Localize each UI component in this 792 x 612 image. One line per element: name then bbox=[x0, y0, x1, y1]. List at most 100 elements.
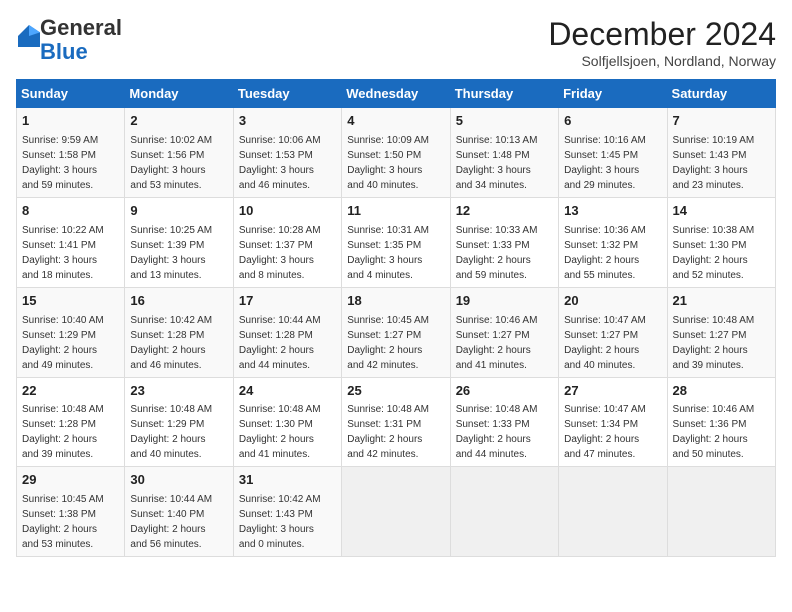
table-row: 30 Sunrise: 10:44 AM Sunset: 1:40 PM Dayl… bbox=[125, 467, 233, 557]
day-info: Sunrise: 10:44 AM Sunset: 1:28 PM Daylig… bbox=[239, 313, 336, 373]
day-info: Sunrise: 10:47 AM Sunset: 1:27 PM Daylig… bbox=[564, 313, 661, 373]
col-saturday: Saturday bbox=[667, 80, 775, 108]
day-number: 23 bbox=[130, 382, 227, 401]
day-number: 29 bbox=[22, 471, 119, 490]
table-row: 18 Sunrise: 10:45 AM Sunset: 1:27 PM Dayl… bbox=[342, 287, 450, 377]
day-number: 17 bbox=[239, 292, 336, 311]
day-number: 30 bbox=[130, 471, 227, 490]
table-row: 15 Sunrise: 10:40 AM Sunset: 1:29 PM Dayl… bbox=[17, 287, 125, 377]
day-info: Sunrise: 10:16 AM Sunset: 1:45 PM Daylig… bbox=[564, 133, 661, 193]
day-number: 31 bbox=[239, 471, 336, 490]
logo: General Blue bbox=[16, 16, 122, 64]
table-row: 31 Sunrise: 10:42 AM Sunset: 1:43 PM Dayl… bbox=[233, 467, 341, 557]
day-info: Sunrise: 10:46 AM Sunset: 1:36 PM Daylig… bbox=[673, 402, 770, 462]
table-row: 3Sunrise: 10:06 AM Sunset: 1:53 PM Dayli… bbox=[233, 108, 341, 198]
day-number: 27 bbox=[564, 382, 661, 401]
table-row bbox=[559, 467, 667, 557]
day-info: Sunrise: 10:47 AM Sunset: 1:34 PM Daylig… bbox=[564, 402, 661, 462]
day-info: Sunrise: 10:48 AM Sunset: 1:30 PM Daylig… bbox=[239, 402, 336, 462]
day-info: Sunrise: 10:02 AM Sunset: 1:56 PM Daylig… bbox=[130, 133, 227, 193]
day-number: 16 bbox=[130, 292, 227, 311]
day-info: Sunrise: 10:28 AM Sunset: 1:37 PM Daylig… bbox=[239, 223, 336, 283]
col-sunday: Sunday bbox=[17, 80, 125, 108]
table-row: 6 Sunrise: 10:16 AM Sunset: 1:45 PM Dayli… bbox=[559, 108, 667, 198]
table-row bbox=[667, 467, 775, 557]
table-row: 27Sunrise: 10:47 AM Sunset: 1:34 PM Dayl… bbox=[559, 377, 667, 467]
day-number: 4 bbox=[347, 112, 444, 131]
col-thursday: Thursday bbox=[450, 80, 558, 108]
table-row: 1 Sunrise: 9:59 AM Sunset: 1:58 PM Daylig… bbox=[17, 108, 125, 198]
calendar-week-row: 15 Sunrise: 10:40 AM Sunset: 1:29 PM Dayl… bbox=[17, 287, 776, 377]
day-number: 15 bbox=[22, 292, 119, 311]
day-info: Sunrise: 10:45 AM Sunset: 1:38 PM Daylig… bbox=[22, 492, 119, 552]
day-number: 8 bbox=[22, 202, 119, 221]
day-info: Sunrise: 10:31 AM Sunset: 1:35 PM Daylig… bbox=[347, 223, 444, 283]
day-number: 13 bbox=[564, 202, 661, 221]
table-row: 16Sunrise: 10:42 AM Sunset: 1:28 PM Dayl… bbox=[125, 287, 233, 377]
day-number: 12 bbox=[456, 202, 553, 221]
col-monday: Monday bbox=[125, 80, 233, 108]
calendar-week-row: 8 Sunrise: 10:22 AM Sunset: 1:41 PM Dayli… bbox=[17, 197, 776, 287]
day-info: Sunrise: 10:06 AM Sunset: 1:53 PM Daylig… bbox=[239, 133, 336, 193]
col-tuesday: Tuesday bbox=[233, 80, 341, 108]
table-row bbox=[450, 467, 558, 557]
day-number: 20 bbox=[564, 292, 661, 311]
day-info: Sunrise: 10:42 AM Sunset: 1:43 PM Daylig… bbox=[239, 492, 336, 552]
subtitle: Solfjellsjoen, Nordland, Norway bbox=[548, 53, 776, 69]
table-row: 9 Sunrise: 10:25 AM Sunset: 1:39 PM Dayli… bbox=[125, 197, 233, 287]
calendar-week-row: 29 Sunrise: 10:45 AM Sunset: 1:38 PM Dayl… bbox=[17, 467, 776, 557]
title-block: December 2024 Solfjellsjoen, Nordland, N… bbox=[548, 16, 776, 69]
day-info: Sunrise: 10:40 AM Sunset: 1:29 PM Daylig… bbox=[22, 313, 119, 373]
page: General Blue December 2024 Solfjellsjoen… bbox=[0, 0, 792, 567]
day-info: Sunrise: 10:45 AM Sunset: 1:27 PM Daylig… bbox=[347, 313, 444, 373]
day-number: 6 bbox=[564, 112, 661, 131]
logo-general: General bbox=[40, 15, 122, 40]
header: General Blue December 2024 Solfjellsjoen… bbox=[16, 16, 776, 69]
day-number: 22 bbox=[22, 382, 119, 401]
day-info: Sunrise: 9:59 AM Sunset: 1:58 PM Dayligh… bbox=[22, 133, 119, 193]
day-number: 21 bbox=[673, 292, 770, 311]
calendar-week-row: 22Sunrise: 10:48 AM Sunset: 1:28 PM Dayl… bbox=[17, 377, 776, 467]
day-info: Sunrise: 10:48 AM Sunset: 1:29 PM Daylig… bbox=[130, 402, 227, 462]
day-number: 5 bbox=[456, 112, 553, 131]
table-row bbox=[342, 467, 450, 557]
logo-blue: Blue bbox=[40, 39, 88, 64]
day-number: 25 bbox=[347, 382, 444, 401]
calendar-week-row: 1 Sunrise: 9:59 AM Sunset: 1:58 PM Daylig… bbox=[17, 108, 776, 198]
day-info: Sunrise: 10:48 AM Sunset: 1:31 PM Daylig… bbox=[347, 402, 444, 462]
day-number: 14 bbox=[673, 202, 770, 221]
table-row: 20 Sunrise: 10:47 AM Sunset: 1:27 PM Dayl… bbox=[559, 287, 667, 377]
day-number: 2 bbox=[130, 112, 227, 131]
day-info: Sunrise: 10:09 AM Sunset: 1:50 PM Daylig… bbox=[347, 133, 444, 193]
day-number: 28 bbox=[673, 382, 770, 401]
day-number: 10 bbox=[239, 202, 336, 221]
day-number: 9 bbox=[130, 202, 227, 221]
day-info: Sunrise: 10:46 AM Sunset: 1:27 PM Daylig… bbox=[456, 313, 553, 373]
table-row: 4 Sunrise: 10:09 AM Sunset: 1:50 PM Dayli… bbox=[342, 108, 450, 198]
day-number: 7 bbox=[673, 112, 770, 131]
col-wednesday: Wednesday bbox=[342, 80, 450, 108]
day-info: Sunrise: 10:13 AM Sunset: 1:48 PM Daylig… bbox=[456, 133, 553, 193]
day-info: Sunrise: 10:38 AM Sunset: 1:30 PM Daylig… bbox=[673, 223, 770, 283]
table-row: 12Sunrise: 10:33 AM Sunset: 1:33 PM Dayl… bbox=[450, 197, 558, 287]
day-info: Sunrise: 10:48 AM Sunset: 1:27 PM Daylig… bbox=[673, 313, 770, 373]
table-row: 17 Sunrise: 10:44 AM Sunset: 1:28 PM Dayl… bbox=[233, 287, 341, 377]
logo-text: General Blue bbox=[40, 16, 122, 64]
day-number: 18 bbox=[347, 292, 444, 311]
day-info: Sunrise: 10:44 AM Sunset: 1:40 PM Daylig… bbox=[130, 492, 227, 552]
day-info: Sunrise: 10:36 AM Sunset: 1:32 PM Daylig… bbox=[564, 223, 661, 283]
table-row: 22Sunrise: 10:48 AM Sunset: 1:28 PM Dayl… bbox=[17, 377, 125, 467]
table-row: 29 Sunrise: 10:45 AM Sunset: 1:38 PM Dayl… bbox=[17, 467, 125, 557]
day-info: Sunrise: 10:19 AM Sunset: 1:43 PM Daylig… bbox=[673, 133, 770, 193]
table-row: 28Sunrise: 10:46 AM Sunset: 1:36 PM Dayl… bbox=[667, 377, 775, 467]
table-row: 23Sunrise: 10:48 AM Sunset: 1:29 PM Dayl… bbox=[125, 377, 233, 467]
day-info: Sunrise: 10:25 AM Sunset: 1:39 PM Daylig… bbox=[130, 223, 227, 283]
table-row: 2 Sunrise: 10:02 AM Sunset: 1:56 PM Dayli… bbox=[125, 108, 233, 198]
day-number: 19 bbox=[456, 292, 553, 311]
day-number: 1 bbox=[22, 112, 119, 131]
day-info: Sunrise: 10:48 AM Sunset: 1:28 PM Daylig… bbox=[22, 402, 119, 462]
day-info: Sunrise: 10:48 AM Sunset: 1:33 PM Daylig… bbox=[456, 402, 553, 462]
day-number: 26 bbox=[456, 382, 553, 401]
day-info: Sunrise: 10:22 AM Sunset: 1:41 PM Daylig… bbox=[22, 223, 119, 283]
calendar-table: Sunday Monday Tuesday Wednesday Thursday… bbox=[16, 79, 776, 557]
